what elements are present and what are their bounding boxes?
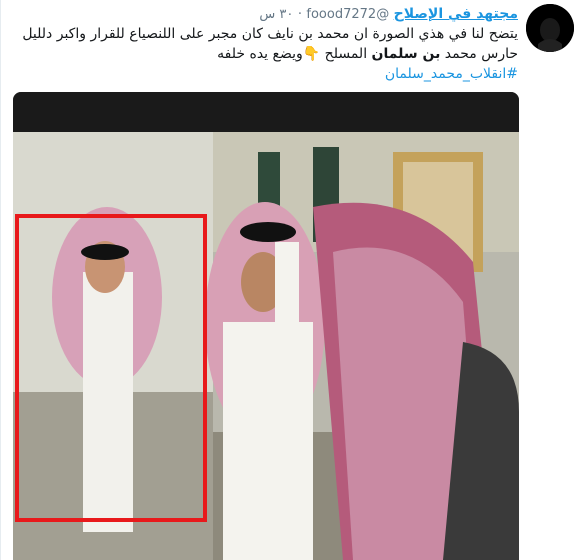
tweet-text-line1: يتضح لنا في هذي الصورة ان محمد بن نايف ك… bbox=[22, 26, 518, 42]
pointing-down-emoji-icon: 👇 bbox=[302, 46, 321, 62]
tweet-timestamp[interactable]: ٣٠ س bbox=[259, 7, 293, 22]
separator-dot: · bbox=[297, 7, 302, 22]
user-avatar[interactable] bbox=[526, 4, 574, 52]
hashtag-link[interactable]: #انقلاب_محمد_سلمان bbox=[11, 64, 518, 84]
tweet-text-segment: حارس محمد bbox=[440, 46, 518, 62]
tweet-text-segment: ويضع يده خلفه bbox=[217, 46, 303, 62]
tweet-photo[interactable] bbox=[13, 92, 519, 560]
tweet-text: يتضح لنا في هذي الصورة ان محمد بن نايف ك… bbox=[11, 24, 518, 84]
tweet-text-bold: بن سلمان bbox=[371, 46, 441, 62]
display-name[interactable]: مجتهد في الإصلاح bbox=[394, 6, 518, 22]
tweet-text-segment: المسلح bbox=[320, 46, 372, 62]
user-handle[interactable]: @foood7272 bbox=[306, 7, 389, 22]
tweet-text-line2: حارس محمد بن سلمان المسلح 👇ويضع يده خلفه bbox=[11, 44, 518, 64]
tweet-header: مجتهد في الإصلاح @foood7272 · ٣٠ س bbox=[11, 4, 518, 25]
tweet-card[interactable]: مجتهد في الإصلاح @foood7272 · ٣٠ س يتضح … bbox=[0, 0, 584, 560]
